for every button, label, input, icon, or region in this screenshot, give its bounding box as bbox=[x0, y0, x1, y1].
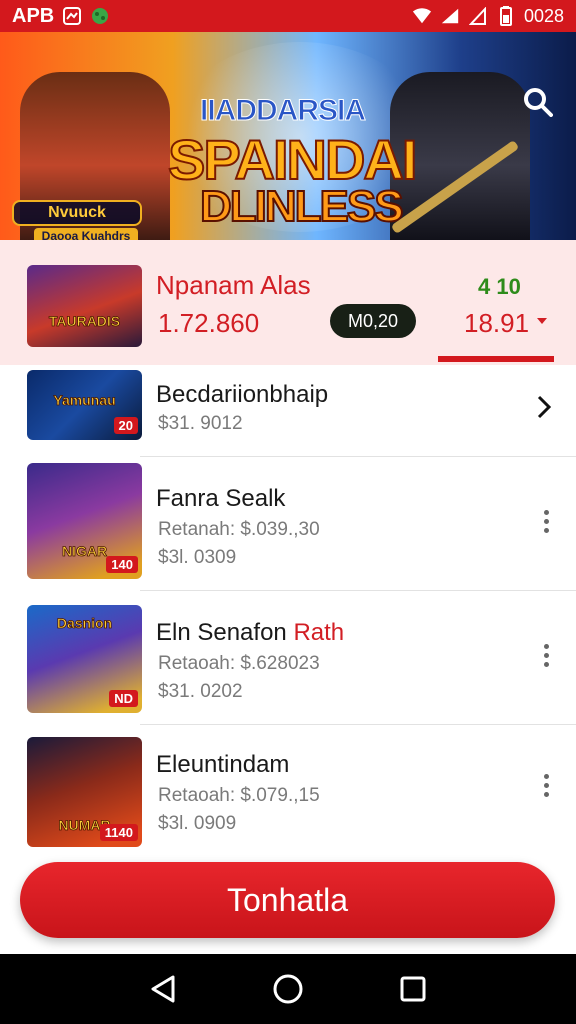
cta-area: Tonhatla bbox=[0, 850, 576, 954]
selection-underline bbox=[438, 356, 554, 362]
wifi-icon bbox=[412, 6, 432, 26]
list-item[interactable]: Yamunau 20 Becdariionbhaip $31. 9012 bbox=[0, 365, 576, 457]
list-item-title: Eleuntindam bbox=[156, 751, 290, 778]
list-item-tag: 1140 bbox=[99, 824, 138, 841]
home-button[interactable] bbox=[268, 969, 308, 1009]
featured-item[interactable]: TAURADIS Npanam Alas 1.72.860 M0,20 4 10… bbox=[0, 240, 576, 365]
more-options-button[interactable] bbox=[532, 501, 560, 541]
list-item-price: $3l. 0309 bbox=[158, 547, 237, 568]
more-options-button[interactable] bbox=[532, 635, 560, 675]
caret-down-icon[interactable] bbox=[537, 318, 547, 324]
list-item-tag: 140 bbox=[106, 556, 138, 573]
more-vertical-icon bbox=[543, 643, 549, 649]
list-item-thumbnail: Dasnion ND bbox=[27, 605, 142, 713]
image-notification-icon bbox=[62, 6, 82, 26]
item-list[interactable]: Yamunau 20 Becdariionbhaip $31. 9012 NIG… bbox=[0, 365, 576, 850]
banner-badge-sub: Daooa Kuahdrs bbox=[34, 228, 138, 240]
list-item[interactable]: NUMAR 1140 Eleuntindam Retaoah: $.079.,1… bbox=[0, 725, 576, 850]
back-button[interactable] bbox=[143, 969, 183, 1009]
featured-price: 1.72.860 bbox=[158, 308, 260, 338]
list-item[interactable]: NIGAR 140 Fanra Sealk Retanah: $.039.,30… bbox=[0, 457, 576, 591]
featured-thumbnail-text: TAURADIS bbox=[48, 313, 121, 330]
search-icon bbox=[524, 88, 553, 117]
list-item-tag: 20 bbox=[113, 417, 138, 434]
list-item-title: Fanra Sealk bbox=[156, 485, 286, 512]
list-item-price: $31. 0202 bbox=[158, 681, 243, 702]
list-item-title: Eln Senafon Rath bbox=[156, 619, 345, 646]
featured-change-value: 18.91 bbox=[464, 308, 530, 338]
status-left: APB bbox=[12, 5, 110, 28]
signal-icon-2 bbox=[468, 6, 488, 26]
status-app-label: APB bbox=[12, 4, 55, 27]
signal-icon bbox=[440, 6, 460, 26]
list-item[interactable]: Dasnion ND Eln Senafon Rath Retaoah: $.6… bbox=[0, 591, 576, 725]
list-item-price: $3l. 0909 bbox=[158, 813, 237, 834]
list-item-thumbnail: NUMAR 1140 bbox=[27, 737, 142, 847]
featured-value-pill[interactable]: M0,20 bbox=[330, 304, 416, 338]
home-circle-icon bbox=[273, 974, 303, 1004]
featured-thumbnail: TAURADIS bbox=[27, 265, 142, 347]
banner-badge-title: Nvuuck bbox=[12, 200, 142, 226]
battery-icon bbox=[496, 6, 516, 26]
status-time: 0028 bbox=[523, 5, 564, 26]
primary-action-button[interactable]: Tonhatla bbox=[20, 862, 555, 938]
back-triangle-icon bbox=[151, 975, 175, 1003]
recents-square-icon bbox=[400, 976, 426, 1002]
search-button[interactable] bbox=[518, 82, 558, 122]
list-item-thumbnail: NIGAR 140 bbox=[27, 463, 142, 579]
banner-title-line3: DLINLESS bbox=[199, 181, 405, 232]
status-bar: APB 0028 bbox=[0, 0, 576, 32]
recents-button[interactable] bbox=[393, 969, 433, 1009]
list-item-detail: Retanah: $.039.,30 bbox=[158, 519, 320, 540]
app-notification-icon bbox=[90, 6, 110, 26]
list-item-thumbnail-text: Yamunau bbox=[53, 392, 116, 409]
status-right: 0028 bbox=[412, 6, 564, 27]
more-vertical-icon bbox=[543, 773, 549, 779]
chevron-right-icon bbox=[537, 395, 552, 419]
more-vertical-icon bbox=[543, 509, 549, 515]
banner-title-line1: IIADDARSIA bbox=[199, 94, 366, 128]
list-item-price: $31. 9012 bbox=[158, 413, 243, 434]
more-options-button[interactable] bbox=[532, 765, 560, 805]
featured-change: 4 10 bbox=[478, 274, 521, 299]
featured-name: Npanam Alas bbox=[156, 270, 311, 300]
list-item-detail: Retaoah: $.628023 bbox=[158, 653, 320, 674]
list-item-detail: Retaoah: $.079.,15 bbox=[158, 785, 320, 806]
system-nav-bar bbox=[0, 954, 576, 1024]
list-item-title: Becdariionbhaip bbox=[156, 381, 329, 408]
list-item-thumbnail-text: Dasnion bbox=[56, 615, 113, 632]
chevron-right-button[interactable] bbox=[530, 393, 558, 421]
list-item-tag: ND bbox=[109, 690, 138, 707]
hero-banner[interactable]: IIADDARSIA SPAINDAI DLINLESS Nvuuck Daoo… bbox=[0, 32, 576, 240]
list-item-thumbnail: Yamunau 20 bbox=[27, 370, 142, 440]
